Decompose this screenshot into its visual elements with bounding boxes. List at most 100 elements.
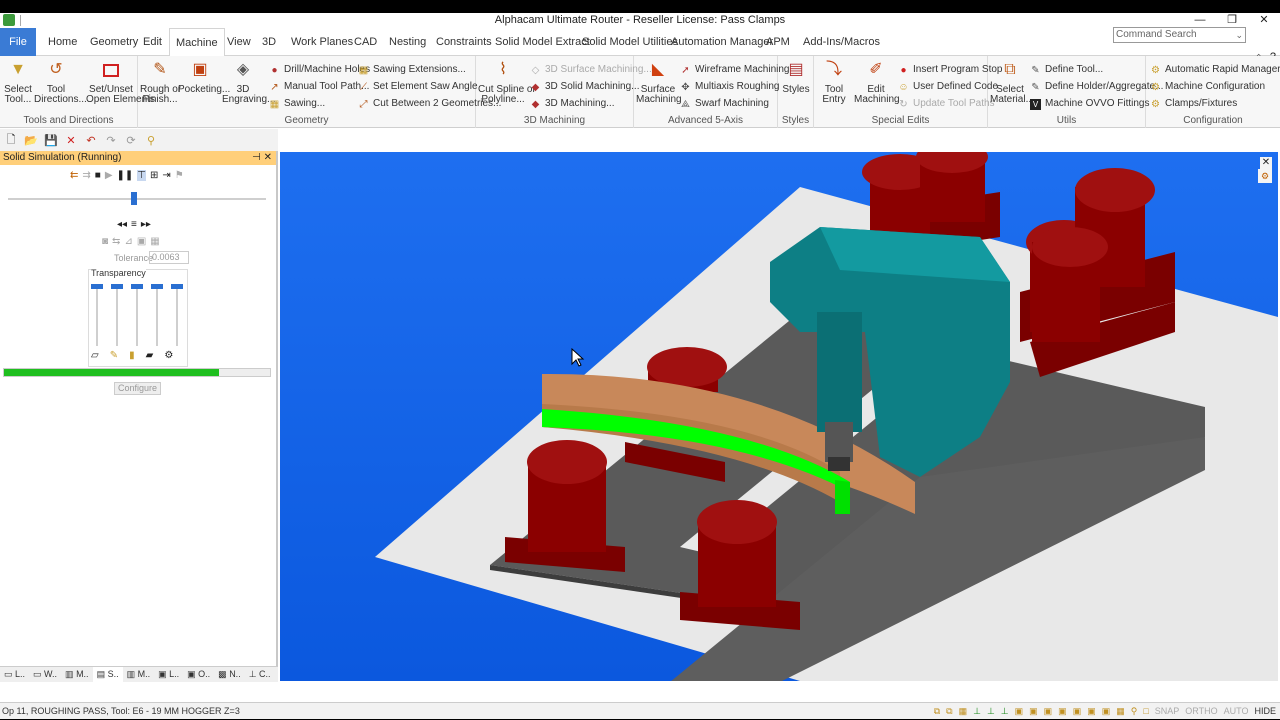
3d-engraving-button[interactable]: ◈ 3D Engraving... — [222, 59, 275, 105]
clamps-fixtures-button[interactable]: ⚙ Clamps/Fixtures — [1150, 98, 1237, 110]
panel-tab-simulation[interactable]: ▤ S.. — [92, 667, 123, 682]
manual-tool-path-button[interactable]: ↗ Manual Tool Path... — [269, 81, 369, 93]
tool-icon[interactable]: ⚲ — [1131, 703, 1138, 719]
pause-icon[interactable]: ❚❚ — [117, 170, 134, 181]
measure-icon[interactable]: ⊿ — [124, 236, 132, 247]
select-material-button[interactable]: ⧉ Select Material... — [990, 59, 1034, 105]
configure-button[interactable]: Configure — [114, 382, 161, 395]
command-search-input[interactable]: Command Search ⌄ — [1113, 27, 1246, 43]
hide-toggle[interactable]: HIDE — [1254, 703, 1276, 719]
cube-icon[interactable]: ▣ — [1073, 703, 1082, 719]
play-icon[interactable]: ▶ — [105, 170, 113, 181]
panel-tab-materials[interactable]: ▥ M.. — [123, 667, 155, 682]
panel-tab-operations[interactable]: ▣ O.. — [183, 667, 214, 682]
rough-finish-button[interactable]: ✎ Rough or Finish... — [140, 59, 181, 105]
collision-icon[interactable]: ⚑ — [175, 170, 184, 181]
close-button[interactable]: ✕ — [1248, 13, 1280, 28]
automatic-rapid-manager-button[interactable]: ⚙ Automatic Rapid Manager... — [1150, 64, 1280, 76]
sawing-extensions-button[interactable]: ▦ Sawing Extensions... — [358, 64, 466, 76]
auto-toggle[interactable]: AUTO — [1224, 703, 1249, 719]
panel-close-icon[interactable]: ✕ — [264, 152, 272, 163]
styles-button[interactable]: ▤ Styles — [780, 59, 812, 95]
tab-view[interactable]: View — [221, 28, 257, 56]
user-defined-code-button[interactable]: ☺ User Defined Code — [898, 81, 998, 93]
customize-toolbar-icon[interactable]: ⚲ — [144, 134, 158, 147]
square-icon[interactable]: □ — [1143, 703, 1148, 719]
view-icon[interactable]: ⧉ — [946, 703, 952, 719]
panel-tab-layers[interactable]: ▭ L.. — [0, 667, 29, 682]
tool-directions-button[interactable]: ↺ Tool Directions... — [34, 59, 87, 105]
view-icon[interactable]: ⧉ — [934, 703, 940, 719]
swarf-machining-button[interactable]: ⟁ Swarf Machining — [680, 98, 769, 110]
set-saw-angle-button[interactable]: ⟋ Set Element Saw Angle — [358, 81, 478, 93]
select-tool-button[interactable]: ▼ Select Tool... — [2, 59, 34, 105]
set-unset-open-elements-button[interactable]: Set/Unset Open Elements — [86, 59, 155, 105]
panel-tab-nesting[interactable]: ▩ N.. — [214, 667, 245, 682]
step-back-icon[interactable]: ⇇ — [70, 170, 78, 181]
wireframe-machining-button[interactable]: ➚ Wireframe Machining — [680, 64, 789, 76]
3d-machining-button[interactable]: ◆ 3D Machining... — [530, 98, 615, 110]
simulation-mini-icon[interactable]: ⚙ — [1258, 169, 1272, 183]
transparency-thumb[interactable] — [91, 284, 103, 289]
transparency-slider-5[interactable] — [171, 284, 183, 346]
axis-icon[interactable]: ⊥ — [987, 703, 995, 719]
edit-machining-button[interactable]: ✐ Edit Machining — [854, 59, 900, 105]
normal-speed-icon[interactable]: ≡ — [131, 219, 137, 230]
cube-icon[interactable]: ▣ — [1015, 703, 1024, 719]
step-forward-icon[interactable]: ⇉ — [82, 170, 90, 181]
tab-nesting[interactable]: Nesting — [383, 28, 432, 56]
define-holder-button[interactable]: ✎ Define Holder/Aggregate... — [1030, 81, 1163, 93]
pocketing-button[interactable]: ▣ Pocketing... — [178, 59, 230, 95]
tab-3d[interactable]: 3D — [256, 28, 282, 56]
panel-tab-machining[interactable]: ▥ M.. — [61, 667, 93, 682]
slower-icon[interactable]: ◂◂ — [117, 219, 127, 230]
faster-icon[interactable]: ▸▸ — [141, 219, 151, 230]
tool-view-icon[interactable]: ⊤ — [137, 170, 147, 181]
compare-icon[interactable]: ⇆ — [112, 236, 120, 247]
transparency-slider-1[interactable] — [91, 284, 103, 346]
tool-icon[interactable]: ✎ — [110, 350, 118, 361]
camera-icon[interactable]: ◙ — [102, 236, 108, 247]
delete-icon[interactable]: ✕ — [64, 134, 78, 147]
panel-tab-constraints[interactable]: ⊥ C.. — [245, 667, 275, 682]
next-operation-icon[interactable]: ⇥ — [162, 170, 170, 181]
tool-entry-button[interactable]: ⤵ Tool Entry — [816, 59, 852, 105]
tab-edit[interactable]: Edit — [137, 28, 168, 56]
section-view-icon[interactable]: ⊞ — [150, 170, 158, 181]
insert-program-stop-button[interactable]: ● Insert Program Stop — [898, 64, 1002, 76]
transparency-thumb[interactable] — [171, 284, 183, 289]
cut-spline-polyline-button[interactable]: ⌇ Cut Spline or Polyline... — [478, 59, 536, 105]
viewport-close-icon[interactable]: ✕ — [1260, 157, 1272, 169]
open-folder-icon[interactable]: 📂 — [24, 134, 38, 147]
pin-icon[interactable]: ⊣ — [252, 152, 261, 163]
drill-machine-holes-button[interactable]: ● Drill/Machine Holes — [269, 64, 370, 76]
cube-icon[interactable]: ▣ — [1102, 703, 1111, 719]
grid-icon[interactable]: ▦ — [150, 236, 159, 247]
new-file-icon[interactable]: 🗋 — [4, 131, 18, 150]
transparency-slider-3[interactable] — [131, 284, 143, 346]
machine-icon[interactable]: ⚙ — [164, 350, 173, 361]
machine-configuration-button[interactable]: ⚙ Machine Configuration — [1150, 81, 1265, 93]
stop-icon[interactable]: ■ — [95, 170, 101, 181]
panel-tab-library[interactable]: ▣ L.. — [154, 667, 183, 682]
surface-machining-5axis-button[interactable]: ◣ Surface Machining — [636, 59, 682, 105]
ortho-toggle[interactable]: ORTHO — [1185, 703, 1217, 719]
panel-tab-workplanes[interactable]: ▭ W.. — [29, 667, 61, 682]
holder-icon[interactable]: ▮ — [129, 350, 135, 361]
grid-icon[interactable]: ▦ — [1116, 703, 1125, 719]
transparency-slider-4[interactable] — [151, 284, 163, 346]
axis-icon[interactable]: ⊥ — [1001, 703, 1009, 719]
tab-constraints[interactable]: Constraints — [430, 28, 498, 56]
chevron-down-icon[interactable]: ⌄ — [1235, 28, 1243, 42]
3d-solid-machining-button[interactable]: ◆ 3D Solid Machining... — [530, 81, 640, 93]
view-icon[interactable]: ▦ — [959, 703, 968, 719]
tab-apm[interactable]: APM — [760, 28, 796, 56]
tab-machine[interactable]: Machine — [169, 28, 225, 57]
restore-button[interactable]: ❐ — [1216, 13, 1248, 28]
transparency-thumb[interactable] — [151, 284, 163, 289]
multiaxis-roughing-button[interactable]: ✥ Multiaxis Roughing — [680, 81, 779, 93]
undo-icon[interactable]: ↶ — [84, 134, 98, 147]
tab-home[interactable]: Home — [42, 28, 83, 56]
tolerance-input[interactable]: 0.0063 — [149, 251, 189, 264]
transparency-thumb[interactable] — [131, 284, 143, 289]
